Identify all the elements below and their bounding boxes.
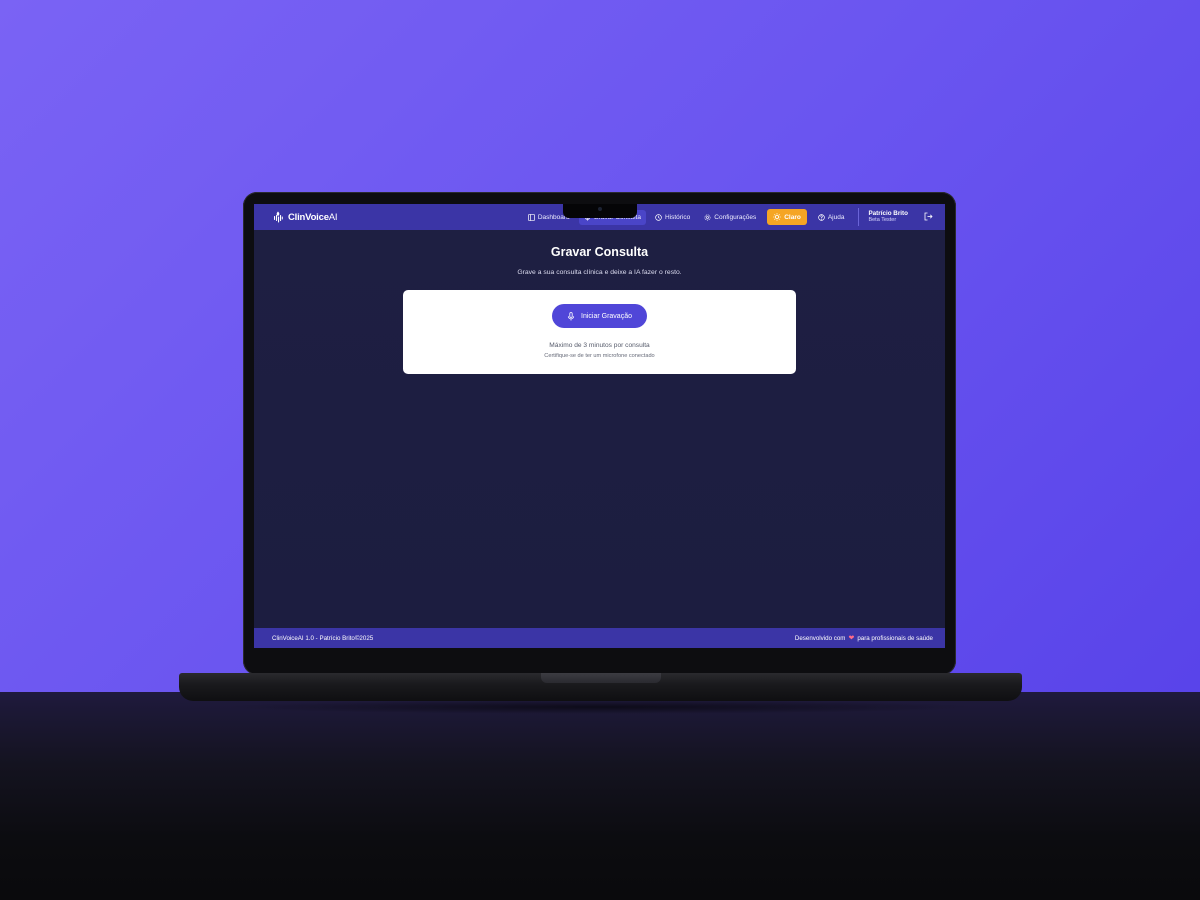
gear-icon [704,214,711,220]
sun-icon [773,213,781,221]
camera-notch [563,204,637,218]
brand[interactable]: ClinVoiceAI [273,211,338,223]
logout-button[interactable] [924,212,933,223]
recording-limit-text: Máximo de 3 minutos por consulta [549,342,650,349]
app-screen: ClinVoiceAI Dashboard Gravar Consulta Hi… [254,204,945,648]
heart-icon: ❤ [848,635,855,642]
start-recording-button[interactable]: Iniciar Gravação [552,304,647,328]
footer: ClinVoiceAI 1.0 - Patrício Brito©2025 De… [254,628,945,648]
nav-item-label: Histórico [664,213,691,221]
history-icon [655,213,662,221]
nav-item-configuracoes[interactable]: Configurações [699,210,761,225]
page-title: Gravar Consulta [550,245,649,259]
layout-icon [527,213,535,221]
footer-credit: Desenvolvido com ❤ para profissionais de… [794,634,933,643]
nav-item-label: Ajuda [827,213,845,221]
footer-copyright: ClinVoiceAI 1.0 - Patrício Brito©2025 [272,634,374,642]
theme-toggle-label: Claro [784,213,801,221]
laptop-base [179,673,1022,701]
user-role: Beta Tester [868,217,897,224]
microphone-hint-text: Certifique-se de ter um microfone conect… [544,353,655,359]
logout-icon [924,212,933,220]
footer-credit-prefix: Desenvolvido com [794,634,846,642]
main-content: Gravar Consulta Grave a sua consulta clí… [254,230,945,628]
user-name: Patrício Brito [868,209,908,217]
clinvoice-logo-icon [274,211,283,223]
desk-surface [0,692,1200,900]
start-recording-label: Iniciar Gravação [581,312,632,320]
nav-item-ajuda[interactable]: Ajuda [813,210,850,225]
nav-divider [858,208,860,226]
laptop-shadow [220,700,980,714]
laptop-groove [541,673,661,683]
page-subtitle: Grave a sua consulta clínica e deixe a I… [517,269,682,276]
brand-name: ClinVoiceAI [288,211,338,223]
footer-credit-suffix: para profissionais de saúde [857,634,933,642]
help-icon [818,213,825,221]
mic-icon [567,311,575,320]
recorder-card: Iniciar Gravação Máximo de 3 minutos por… [403,290,796,374]
theme-toggle-button[interactable]: Claro [767,209,807,225]
nav-item-historico[interactable]: Histórico [650,210,695,225]
camera-icon [598,207,602,211]
nav-item-label: Configurações [714,213,757,221]
user-info: Patrício Brito Beta Tester [868,210,908,225]
